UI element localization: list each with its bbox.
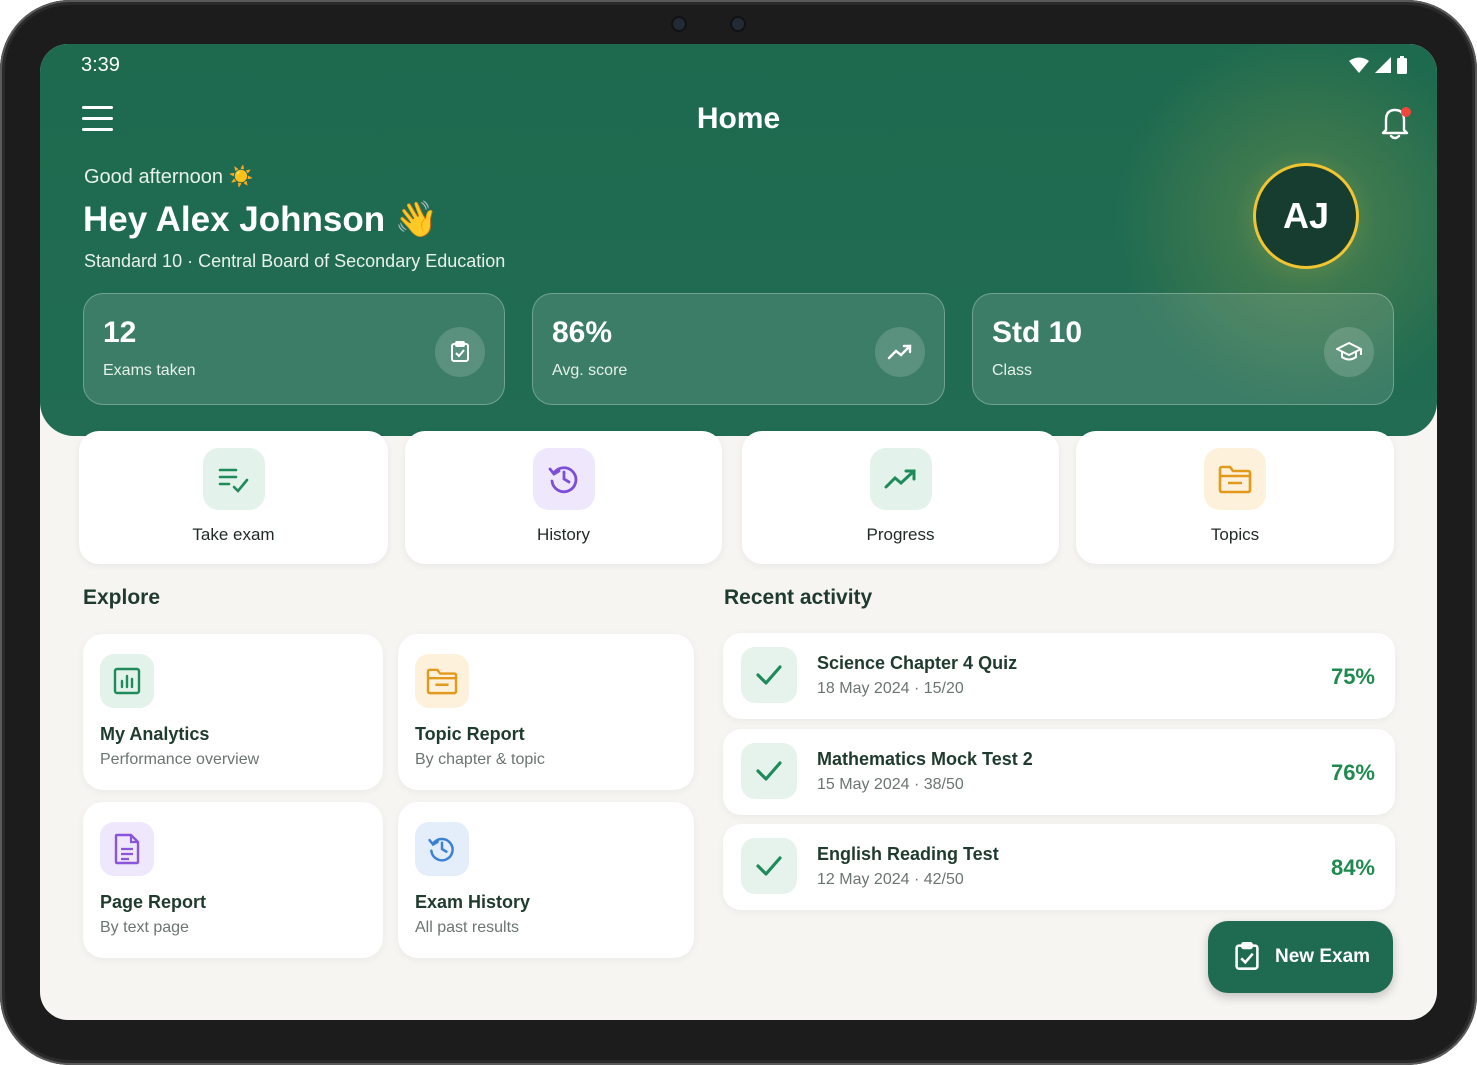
folder-icon [415, 654, 469, 708]
bar-chart-icon [100, 654, 154, 708]
explore-title: Explore [83, 586, 161, 609]
home-header: 3:39 Home Good afternoon ☀️ Hey Alex Joh… [40, 44, 1437, 436]
card-title: Page Report [100, 892, 207, 912]
user-class-board: Standard 10 · Central Board of Secondary… [84, 251, 506, 271]
new-exam-label: New Exam [1275, 946, 1371, 967]
activity-item[interactable]: English Reading Test 12 May 2024 · 42/50… [723, 824, 1395, 910]
new-exam-button[interactable]: New Exam [1208, 921, 1393, 993]
trending-up-icon [875, 327, 925, 377]
stat-value: 86% [552, 316, 613, 349]
activity-detail: 18 May 2024 · 15/20 [817, 680, 964, 697]
folder-icon [1204, 448, 1266, 510]
document-icon [100, 822, 154, 876]
notifications-button[interactable] [1378, 104, 1412, 140]
recent-activity-title: Recent activity [724, 586, 873, 609]
battery-icon [1397, 56, 1407, 74]
quick-action-take-exam[interactable]: Take exam [79, 431, 388, 564]
stat-value: Std 10 [992, 316, 1083, 349]
avatar[interactable]: AJ [1253, 163, 1359, 269]
card-title: Topic Report [415, 724, 525, 744]
front-camera [673, 18, 685, 30]
stat-class: Std 10 Class [972, 293, 1394, 405]
explore-card-my-analytics[interactable]: My Analytics Performance overview [83, 634, 383, 790]
app-screen: 3:39 Home Good afternoon ☀️ Hey Alex Joh… [40, 44, 1437, 1020]
card-subtitle: By chapter & topic [415, 751, 545, 768]
activity-item[interactable]: Science Chapter 4 Quiz 18 May 2024 · 15/… [723, 633, 1395, 719]
signal-icon [1375, 57, 1391, 73]
activity-title: Mathematics Mock Test 2 [817, 749, 1033, 769]
explore-card-topic-report[interactable]: Topic Report By chapter & topic [398, 634, 694, 790]
stat-label: Avg. score [552, 362, 628, 379]
stat-label: Exams taken [103, 362, 196, 379]
activity-title: English Reading Test [817, 844, 999, 864]
card-subtitle: All past results [415, 919, 520, 936]
check-icon [741, 647, 797, 703]
stat-exams-taken: 12 Exams taken [83, 293, 505, 405]
greeting-text: Good afternoon ☀️ [84, 166, 254, 188]
status-icons [1349, 56, 1407, 74]
graduation-cap-icon [1324, 327, 1374, 377]
notification-badge [1401, 107, 1411, 117]
trending-up-icon [869, 448, 932, 510]
quick-action-label: History [537, 525, 590, 544]
quick-action-history[interactable]: History [405, 431, 722, 564]
explore-card-page-report[interactable]: Page Report By text page [83, 802, 383, 958]
quick-action-label: Topics [1210, 525, 1260, 544]
wifi-icon [1349, 57, 1369, 73]
history-icon [532, 448, 595, 510]
quick-action-label: Take exam [192, 525, 275, 544]
activity-score: 75% [1330, 664, 1375, 689]
quick-action-progress[interactable]: Progress [742, 431, 1059, 564]
card-subtitle: Performance overview [100, 751, 260, 768]
front-sensor [732, 18, 744, 30]
quick-action-topics[interactable]: Topics [1076, 431, 1394, 564]
stat-value: 12 [103, 316, 137, 349]
clipboard-check-icon [435, 327, 485, 377]
stat-avg-score: 86% Avg. score [532, 293, 945, 405]
user-greeting-name: Hey Alex Johnson 👋 [83, 200, 439, 239]
clipboard-check-icon [1233, 941, 1261, 976]
activity-detail: 15 May 2024 · 38/50 [817, 776, 964, 793]
stat-label: Class [992, 362, 1033, 379]
check-icon [741, 743, 797, 799]
explore-card-exam-history[interactable]: Exam History All past results [398, 802, 694, 958]
activity-score: 76% [1330, 760, 1375, 785]
check-icon [741, 838, 797, 894]
activity-detail: 12 May 2024 · 42/50 [817, 871, 964, 888]
tablet-frame: 3:39 Home Good afternoon ☀️ Hey Alex Joh… [0, 0, 1477, 1065]
activity-item[interactable]: Mathematics Mock Test 2 15 May 2024 · 38… [723, 729, 1395, 815]
card-title: Exam History [415, 892, 531, 912]
page-title: Home [696, 102, 781, 135]
status-time: 3:39 [81, 54, 120, 76]
edit-list-icon [202, 448, 265, 510]
history-icon [415, 822, 469, 876]
quick-action-label: Progress [866, 525, 935, 544]
activity-score: 84% [1330, 855, 1375, 880]
activity-title: Science Chapter 4 Quiz [817, 653, 1018, 673]
card-subtitle: By text page [100, 919, 189, 936]
card-title: My Analytics [100, 724, 210, 744]
